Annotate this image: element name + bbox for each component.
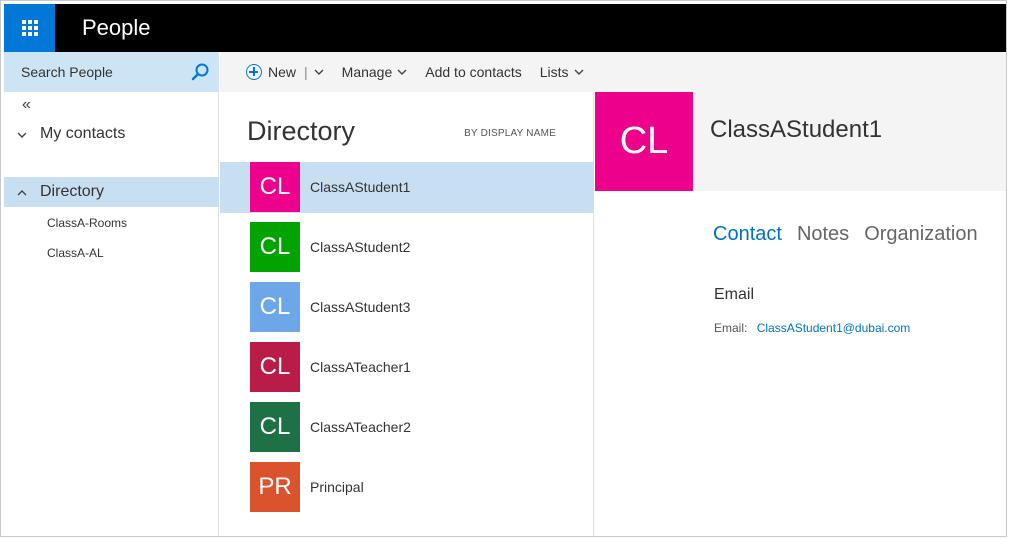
email-section-title: Email — [714, 286, 755, 303]
list-title: Directory — [247, 116, 356, 146]
nav-item-classa-al[interactable]: ClassA-AL — [47, 246, 104, 260]
chevron-down-icon — [4, 127, 40, 141]
nav-item-classa-rooms[interactable]: ClassA-Rooms — [47, 216, 127, 230]
contact-name: ClassATeacher1 — [310, 359, 411, 375]
contact-name: ClassAStudent2 — [310, 239, 411, 255]
avatar: CL — [250, 342, 300, 392]
search-icon[interactable] — [190, 62, 210, 82]
chevron-down-icon — [397, 69, 407, 75]
manage-button-label: Manage — [341, 64, 393, 80]
add-to-contacts-label: Add to contacts — [425, 64, 522, 80]
lists-button[interactable]: Lists — [540, 64, 584, 80]
contact-name: ClassAStudent3 — [310, 299, 411, 315]
tab-notes[interactable]: Notes — [797, 223, 849, 246]
tab-contact[interactable]: Contact — [713, 223, 782, 246]
email-label: Email: — [714, 321, 748, 335]
new-button[interactable]: New — [246, 64, 296, 80]
new-dropdown-button[interactable] — [314, 69, 324, 75]
avatar: CL — [250, 222, 300, 272]
people-app-window: People « My contacts Directory ClassA-Ro… — [0, 0, 1007, 537]
avatar: CL — [250, 162, 300, 212]
search-box — [4, 52, 219, 92]
detail-header: CL ClassAStudent1 — [595, 92, 1006, 191]
contact-detail-pane: CL ClassAStudent1 Contact Notes Organiza… — [595, 92, 1006, 536]
detail-avatar: CL — [595, 92, 693, 191]
new-button-label: New — [268, 64, 297, 80]
chevron-down-icon — [574, 69, 584, 75]
detail-contact-name: ClassAStudent1 — [710, 116, 883, 143]
nav-my-contacts[interactable]: My contacts — [4, 119, 219, 149]
nav-directory-label: Directory — [40, 183, 105, 200]
manage-button[interactable]: Manage — [342, 64, 408, 80]
chevron-up-icon — [4, 185, 40, 199]
tab-organization[interactable]: Organization — [864, 223, 977, 246]
contact-row[interactable]: PR Principal — [220, 462, 594, 513]
contact-row[interactable]: CL ClassAStudent3 — [220, 282, 594, 333]
email-link[interactable]: ClassAStudent1@dubai.com — [757, 321, 911, 335]
add-circle-icon — [246, 64, 262, 80]
detail-tabs: Contact Notes Organization — [713, 223, 993, 246]
email-row: Email: ClassAStudent1@dubai.com — [714, 321, 910, 335]
command-bar: New | Manage Add to contacts Lists — [220, 52, 1006, 92]
app-launcher-button[interactable] — [4, 4, 55, 52]
sort-by-button[interactable]: BY DISPLAY NAME — [464, 128, 556, 139]
contact-row[interactable]: CL ClassAStudent2 — [220, 222, 594, 273]
contact-name: ClassATeacher2 — [310, 419, 411, 435]
left-nav: « My contacts Directory ClassA-Rooms Cla… — [4, 52, 219, 536]
avatar: CL — [250, 282, 300, 332]
contact-row[interactable]: CL ClassATeacher2 — [220, 402, 594, 453]
contact-row[interactable]: CL ClassAStudent1 — [220, 162, 594, 213]
chevron-down-icon — [314, 69, 324, 75]
nav-directory[interactable]: Directory — [4, 177, 219, 207]
contact-row[interactable]: CL ClassATeacher1 — [220, 342, 594, 393]
collapse-pane-icon[interactable]: « — [22, 96, 31, 114]
contact-name: Principal — [310, 479, 364, 495]
search-input[interactable] — [21, 64, 186, 80]
avatar: PR — [250, 462, 300, 512]
contact-name: ClassAStudent1 — [310, 179, 411, 195]
lists-button-label: Lists — [539, 64, 569, 80]
nav-my-contacts-label: My contacts — [40, 125, 126, 142]
app-title: People — [82, 15, 151, 40]
avatar: CL — [250, 402, 300, 452]
add-to-contacts-button[interactable]: Add to contacts — [425, 64, 522, 80]
toolbar-separator: | — [304, 64, 308, 80]
directory-list-pane: Directory BY DISPLAY NAME CL ClassAStude… — [220, 92, 594, 536]
waffle-icon — [21, 20, 38, 36]
top-bar: People — [4, 4, 1006, 52]
